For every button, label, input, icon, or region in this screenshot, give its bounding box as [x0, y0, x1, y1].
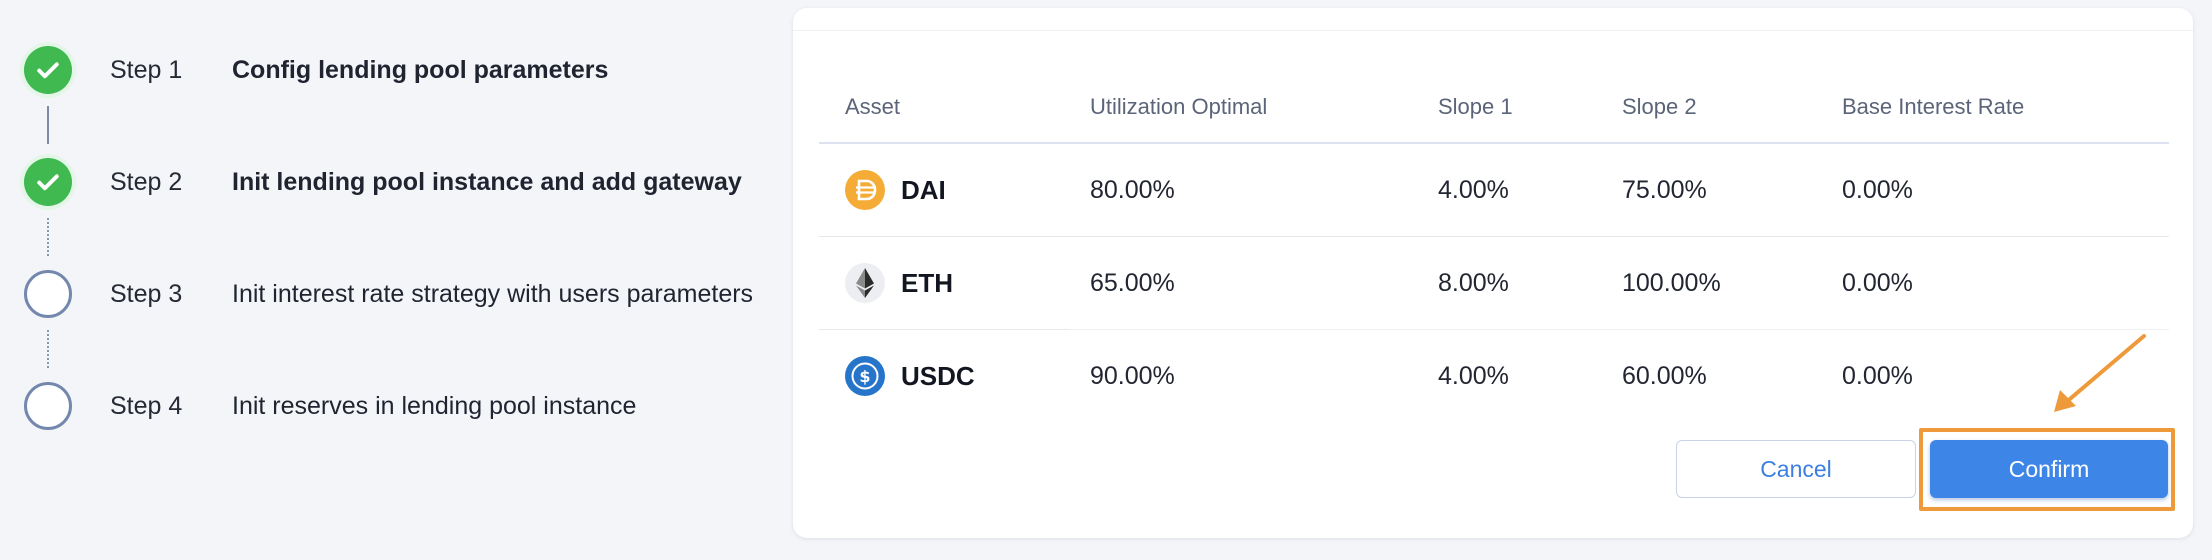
step-number: Step 3	[110, 279, 183, 308]
table-row: DAI 80.00% 4.00% 75.00% 0.00%	[819, 144, 2169, 237]
pending-circle-icon	[24, 382, 72, 430]
header-asset: Asset	[845, 94, 901, 119]
slope-2-value: 100.00%	[1622, 268, 1721, 297]
eth-icon	[845, 263, 885, 303]
arrow-icon	[2054, 334, 2146, 412]
header-slope-2: Slope 2	[1622, 94, 1697, 119]
slope-2-value: 60.00%	[1622, 361, 1707, 390]
step-4[interactable]: Step 4 Init reserves in lending pool ins…	[24, 382, 636, 430]
step-2[interactable]: Step 2 Init lending pool instance and ad…	[24, 158, 742, 206]
header-utilization-optimal: Utilization Optimal	[1090, 94, 1268, 119]
dai-icon	[845, 170, 885, 210]
asset-name: DAI	[901, 174, 946, 205]
table-row: $ USDC 90.00% 4.00% 60.00% 0.00%	[819, 330, 2169, 423]
asset-cell: ETH	[845, 237, 953, 329]
header-slope-1: Slope 1	[1438, 94, 1513, 119]
stage: Step 1 Config lending pool parameters St…	[0, 0, 2212, 560]
header-base-interest-rate: Base Interest Rate	[1842, 94, 2025, 119]
reserves-table: Asset Utilization Optimal Slope 1 Slope …	[819, 56, 2169, 423]
step-title: Config lending pool parameters	[232, 55, 609, 84]
step-connector	[47, 218, 49, 256]
check-icon	[24, 158, 72, 206]
step-number: Step 4	[110, 391, 183, 420]
usdc-icon: $	[845, 356, 885, 396]
confirm-button[interactable]: Confirm	[1930, 440, 2168, 498]
slope-1-value: 4.00%	[1438, 361, 1509, 390]
utilization-optimal-value: 65.00%	[1090, 268, 1175, 297]
table-header: Asset Utilization Optimal Slope 1 Slope …	[819, 56, 2169, 144]
step-title: Init lending pool instance and add gatew…	[232, 167, 742, 196]
cancel-button[interactable]: Cancel	[1676, 440, 1916, 498]
step-connector	[47, 330, 49, 368]
base-interest-rate-value: 0.00%	[1842, 175, 1913, 204]
stepper: Step 1 Config lending pool parameters St…	[0, 0, 780, 560]
table-row: ETH 65.00% 8.00% 100.00% 0.00%	[819, 237, 2169, 330]
step-number: Step 1	[110, 55, 183, 84]
step-title: Init interest rate strategy with users p…	[232, 279, 754, 308]
step-title: Init reserves in lending pool instance	[232, 391, 637, 420]
divider	[793, 30, 2193, 31]
asset-cell: DAI	[845, 144, 946, 236]
asset-name: ETH	[901, 267, 953, 298]
utilization-optimal-value: 80.00%	[1090, 175, 1175, 204]
svg-text:$: $	[859, 367, 870, 386]
base-interest-rate-value: 0.00%	[1842, 268, 1913, 297]
step-3[interactable]: Step 3 Init interest rate strategy with …	[24, 270, 753, 318]
pending-circle-icon	[24, 270, 72, 318]
step-1[interactable]: Step 1 Config lending pool parameters	[24, 46, 608, 94]
slope-1-value: 8.00%	[1438, 268, 1509, 297]
asset-cell: $ USDC	[845, 330, 975, 422]
slope-2-value: 75.00%	[1622, 175, 1707, 204]
step-connector	[47, 106, 49, 144]
check-icon	[24, 46, 72, 94]
reserves-card: Asset Utilization Optimal Slope 1 Slope …	[793, 8, 2193, 538]
utilization-optimal-value: 90.00%	[1090, 361, 1175, 390]
slope-1-value: 4.00%	[1438, 175, 1509, 204]
step-number: Step 2	[110, 167, 183, 196]
base-interest-rate-value: 0.00%	[1842, 361, 1913, 390]
asset-name: USDC	[901, 360, 975, 391]
